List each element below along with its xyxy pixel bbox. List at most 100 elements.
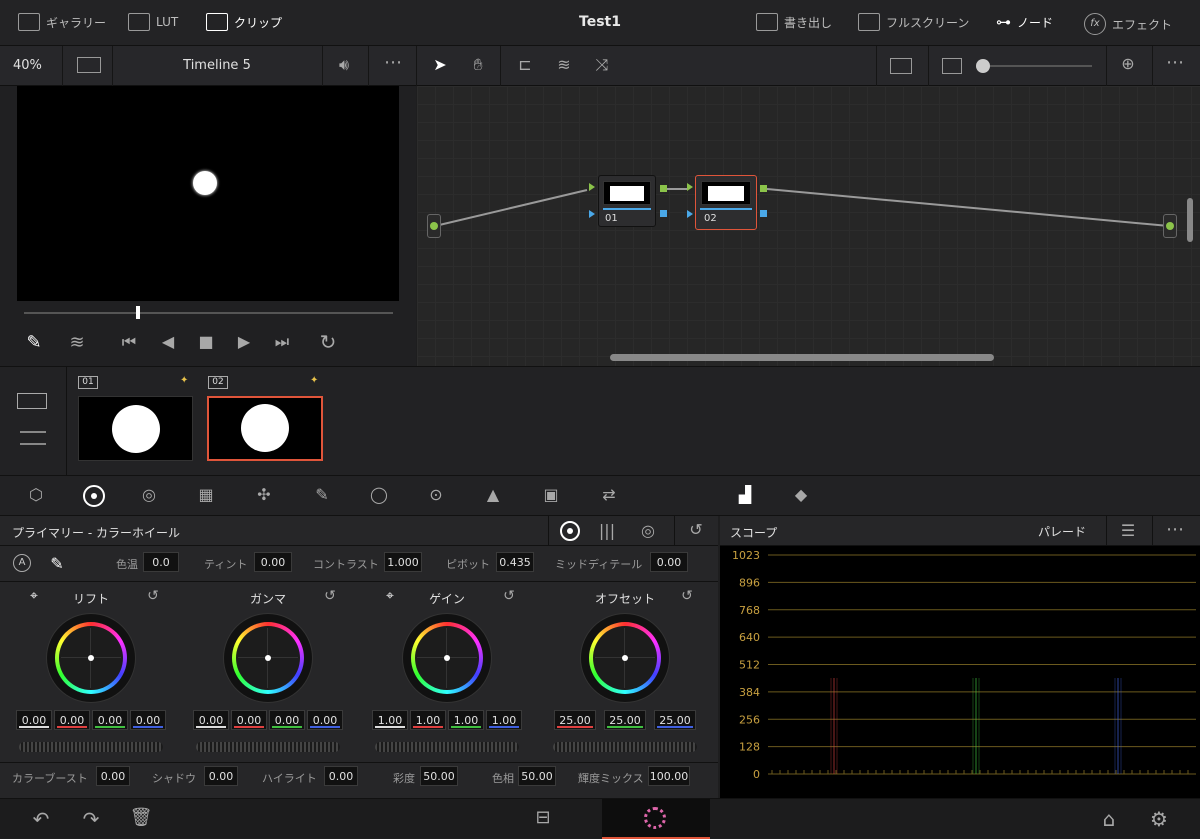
color-wheel[interactable] (224, 614, 312, 702)
color-page-tab[interactable] (602, 799, 710, 839)
color-wheels-icon[interactable] (83, 485, 105, 507)
horizontal-scrollbar[interactable] (610, 354, 994, 361)
shadow-value[interactable]: 0.00 (204, 766, 238, 786)
pivot-value[interactable]: 0.435 (496, 552, 534, 572)
node-02[interactable]: 02 (695, 175, 757, 230)
clip-button[interactable]: クリップ (206, 13, 282, 31)
temp-value[interactable]: 0.0 (143, 552, 179, 572)
effects-button[interactable]: fx エフェクト (1084, 13, 1172, 35)
key-icon[interactable]: ▣ (536, 485, 566, 504)
home-icon[interactable]: ⌂ (1096, 807, 1122, 831)
layers-icon[interactable]: ≋ (552, 55, 576, 74)
fullscreen-button[interactable]: フルスクリーン (858, 13, 969, 31)
export-button[interactable]: 書き出し (756, 13, 832, 31)
saturation-value[interactable]: 50.00 (420, 766, 458, 786)
zoom-level[interactable]: 40% (13, 58, 42, 73)
keyframes-icon[interactable]: ◆ (786, 485, 816, 504)
skip-start-icon[interactable]: ⏮ (114, 332, 144, 352)
contrast-value[interactable]: 1.000 (384, 552, 422, 572)
timeline-view-icon[interactable] (20, 431, 46, 445)
wheel-value[interactable]: 25.00 (554, 710, 596, 730)
node-layout-icon[interactable]: ⊏ (512, 55, 538, 74)
clip-thumbnail-01[interactable] (78, 396, 193, 461)
stop-icon[interactable]: ■ (194, 332, 218, 351)
skip-end-icon[interactable]: ⏭ (266, 332, 298, 352)
mid-detail-value[interactable]: 0.00 (650, 552, 688, 572)
clip-thumbnail-02[interactable] (207, 396, 323, 461)
sizing-icon[interactable]: ⇄ (594, 485, 624, 504)
color-wheel[interactable] (581, 614, 669, 702)
master-wheel-jog[interactable] (196, 742, 340, 752)
crosshair-icon[interactable]: ⌖ (25, 588, 43, 604)
lut-button[interactable]: LUT (128, 13, 178, 31)
more-icon-2[interactable]: ⋯ (1162, 52, 1188, 73)
wheel-value[interactable]: 25.00 (604, 710, 646, 730)
scope-settings-icon[interactable]: ☰ (1116, 521, 1140, 540)
timeline-selector[interactable]: Timeline 5 (112, 58, 322, 73)
node-01[interactable]: 01 (598, 175, 656, 227)
clips-view-icon[interactable] (17, 393, 47, 409)
color-wheel[interactable] (403, 614, 491, 702)
node-editor[interactable]: 01 02 (417, 86, 1200, 366)
wheel-value[interactable]: 0.00 (16, 710, 52, 730)
scopes-icon[interactable]: ▟ (730, 485, 760, 504)
more-icon-3[interactable]: ⋯ (1160, 519, 1190, 540)
settings-gear-icon[interactable]: ⚙ (1146, 807, 1172, 831)
wheel-reset-icon[interactable]: ↺ (677, 588, 697, 604)
master-wheel-jog[interactable] (553, 742, 697, 752)
master-wheel-jog[interactable] (375, 742, 519, 752)
wheel-value[interactable]: 1.00 (410, 710, 446, 730)
wheel-value[interactable]: 0.00 (54, 710, 90, 730)
wheel-reset-icon[interactable]: ↺ (143, 588, 163, 604)
wheel-value[interactable]: 0.00 (307, 710, 343, 730)
picker-icon[interactable]: ✎ (46, 554, 68, 573)
eyedropper-icon[interactable]: ✎ (22, 332, 46, 353)
wheel-value[interactable]: 0.00 (269, 710, 305, 730)
master-wheel-jog[interactable] (19, 742, 163, 752)
speaker-icon[interactable]: 🔊︎ (332, 55, 356, 75)
window-icon[interactable]: ◯ (364, 485, 394, 504)
log-mode-icon[interactable]: ◎ (636, 521, 660, 540)
source-input-node[interactable] (427, 214, 441, 238)
trash-icon[interactable]: 🗑︎ (128, 807, 154, 828)
bars-mode-icon[interactable]: ||| (596, 521, 618, 540)
highlight-value[interactable]: 0.00 (324, 766, 358, 786)
blur-icon[interactable]: ▲ (478, 485, 508, 504)
camera-raw-icon[interactable]: ⬡ (22, 485, 50, 504)
undo-icon[interactable]: ↶ (28, 807, 54, 831)
reset-all-icon[interactable]: ↺ (684, 520, 708, 539)
edit-page-icon[interactable]: ⊟ (528, 807, 558, 828)
playhead[interactable] (136, 306, 140, 319)
color-wheel[interactable] (47, 614, 135, 702)
qualifier-icon[interactable]: ✎ (308, 485, 336, 504)
wheel-value[interactable]: 25.00 (654, 710, 696, 730)
vertical-scrollbar[interactable] (1187, 198, 1193, 242)
zoom-slider-handle[interactable] (976, 59, 990, 73)
play-reverse-icon[interactable]: ◀ (156, 332, 180, 351)
tint-value[interactable]: 0.00 (254, 552, 292, 572)
add-node-icon[interactable]: ⊕ (1116, 54, 1140, 73)
wheel-reset-icon[interactable]: ↺ (499, 588, 519, 604)
node-button[interactable]: ⊶ ノード (996, 13, 1053, 31)
output-node[interactable] (1163, 214, 1177, 238)
hand-icon[interactable]: ✋︎ (466, 55, 490, 75)
auto-balance-icon[interactable]: A (13, 554, 31, 572)
pointer-icon[interactable]: ➤ (430, 55, 450, 74)
wheel-value[interactable]: 1.00 (486, 710, 522, 730)
tracker-icon[interactable]: ⊙ (422, 485, 450, 504)
wheel-value[interactable]: 0.00 (231, 710, 267, 730)
hdr-icon[interactable]: ◎ (134, 485, 164, 504)
wheel-value[interactable]: 0.00 (130, 710, 166, 730)
redo-icon[interactable]: ↷ (78, 807, 104, 831)
wheel-reset-icon[interactable]: ↺ (320, 588, 340, 604)
scrubber-track[interactable] (24, 312, 393, 314)
layers-toggle-icon[interactable]: ≋ (64, 332, 90, 353)
crosshair-icon[interactable]: ⌖ (381, 588, 399, 604)
curves-icon[interactable]: ▦ (192, 485, 220, 504)
loop-icon[interactable]: ↻ (314, 330, 342, 354)
shuffle-icon[interactable]: ⤨ (590, 55, 614, 75)
wheel-value[interactable]: 0.00 (92, 710, 128, 730)
color-warper-icon[interactable]: ✣ (250, 485, 278, 504)
zoom-slider-track[interactable] (990, 65, 1092, 67)
scope-mode-dropdown[interactable]: パレード (1038, 523, 1086, 540)
